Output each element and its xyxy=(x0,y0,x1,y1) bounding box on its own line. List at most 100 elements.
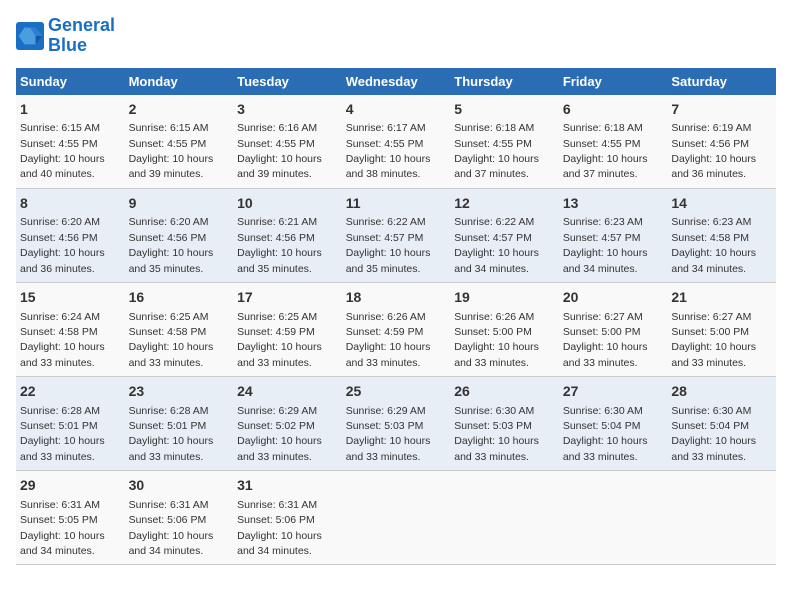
col-header-wednesday: Wednesday xyxy=(342,68,451,95)
day-number: 8 xyxy=(20,194,121,214)
sunset-info: Sunset: 5:01 PM xyxy=(129,420,207,432)
daylight-info: Daylight: 10 hours and 33 minutes. xyxy=(346,435,431,462)
calendar-table: SundayMondayTuesdayWednesdayThursdayFrid… xyxy=(16,68,776,566)
week-row-5: 29Sunrise: 6:31 AMSunset: 5:05 PMDayligh… xyxy=(16,471,776,565)
day-number: 16 xyxy=(129,288,230,308)
col-header-saturday: Saturday xyxy=(667,68,776,95)
day-number: 28 xyxy=(671,382,772,402)
day-number: 29 xyxy=(20,476,121,496)
sunset-info: Sunset: 5:00 PM xyxy=(563,326,641,338)
daylight-info: Daylight: 10 hours and 33 minutes. xyxy=(237,435,322,462)
sunrise-info: Sunrise: 6:28 AM xyxy=(129,405,209,417)
day-number: 19 xyxy=(454,288,555,308)
day-number: 23 xyxy=(129,382,230,402)
daylight-info: Daylight: 10 hours and 35 minutes. xyxy=(129,247,214,274)
sunrise-info: Sunrise: 6:15 AM xyxy=(129,122,209,134)
day-cell-23: 23 Sunrise: 6:28 AM Sunset: 5:01 PM Dayligh… xyxy=(125,377,234,471)
day-cell-19: 19 Sunrise: 6:26 AM Sunset: 5:00 PM Dayligh… xyxy=(450,282,559,376)
day-number: 5 xyxy=(454,100,555,120)
day-cell-5: 5Sunrise: 6:18 AMSunset: 4:55 PMDaylight… xyxy=(450,95,559,189)
daylight-info: Daylight: 10 hours and 35 minutes. xyxy=(237,247,322,274)
week-row-3: 15Sunrise: 6:24 AMSunset: 4:58 PMDayligh… xyxy=(16,282,776,376)
sunset-info: Sunset: 5:00 PM xyxy=(671,326,749,338)
daylight-info: Daylight: 10 hours and 33 minutes. xyxy=(671,341,756,368)
daylight-info: Daylight: 10 hours and 33 minutes. xyxy=(129,435,214,462)
sunset-info: Sunset: 5:04 PM xyxy=(563,420,641,432)
empty-cell xyxy=(342,471,451,565)
sunset-info: Sunset: 4:55 PM xyxy=(563,138,641,150)
day-cell-6: 6Sunrise: 6:18 AMSunset: 4:55 PMDaylight… xyxy=(559,95,668,189)
day-cell-7: 7Sunrise: 6:19 AMSunset: 4:56 PMDaylight… xyxy=(667,95,776,189)
day-number: 4 xyxy=(346,100,447,120)
daylight-info: Daylight: 10 hours and 37 minutes. xyxy=(563,153,648,180)
col-header-thursday: Thursday xyxy=(450,68,559,95)
day-number: 30 xyxy=(129,476,230,496)
daylight-info: Daylight: 10 hours and 33 minutes. xyxy=(563,435,648,462)
sunset-info: Sunset: 5:03 PM xyxy=(346,420,424,432)
daylight-info: Daylight: 10 hours and 33 minutes. xyxy=(20,435,105,462)
sunrise-info: Sunrise: 6:27 AM xyxy=(671,311,751,323)
sunrise-info: Sunrise: 6:24 AM xyxy=(20,311,100,323)
header-row: SundayMondayTuesdayWednesdayThursdayFrid… xyxy=(16,68,776,95)
day-number: 14 xyxy=(671,194,772,214)
day-cell-11: 11Sunrise: 6:22 AMSunset: 4:57 PMDayligh… xyxy=(342,188,451,282)
sunset-info: Sunset: 5:00 PM xyxy=(454,326,532,338)
sunrise-info: Sunrise: 6:30 AM xyxy=(454,405,534,417)
day-cell-21: 21 Sunrise: 6:27 AM Sunset: 5:00 PM Dayligh… xyxy=(667,282,776,376)
day-number: 31 xyxy=(237,476,338,496)
daylight-info: Daylight: 10 hours and 36 minutes. xyxy=(20,247,105,274)
day-number: 17 xyxy=(237,288,338,308)
day-cell-2: 2Sunrise: 6:15 AMSunset: 4:55 PMDaylight… xyxy=(125,95,234,189)
sunrise-info: Sunrise: 6:31 AM xyxy=(129,499,209,511)
day-number: 22 xyxy=(20,382,121,402)
day-cell-12: 12Sunrise: 6:22 AMSunset: 4:57 PMDayligh… xyxy=(450,188,559,282)
sunrise-info: Sunrise: 6:25 AM xyxy=(237,311,317,323)
day-cell-20: 20Sunrise: 6:27 AMSunset: 5:00 PMDayligh… xyxy=(559,282,668,376)
daylight-info: Daylight: 10 hours and 40 minutes. xyxy=(20,153,105,180)
sunrise-info: Sunrise: 6:22 AM xyxy=(454,216,534,228)
sunset-info: Sunset: 4:57 PM xyxy=(346,232,424,244)
sunrise-info: Sunrise: 6:29 AM xyxy=(237,405,317,417)
day-number: 7 xyxy=(671,100,772,120)
daylight-info: Daylight: 10 hours and 35 minutes. xyxy=(346,247,431,274)
sunrise-info: Sunrise: 6:27 AM xyxy=(563,311,643,323)
sunrise-info: Sunrise: 6:31 AM xyxy=(237,499,317,511)
empty-cell xyxy=(450,471,559,565)
daylight-info: Daylight: 10 hours and 33 minutes. xyxy=(454,341,539,368)
day-number: 18 xyxy=(346,288,447,308)
col-header-friday: Friday xyxy=(559,68,668,95)
day-number: 12 xyxy=(454,194,555,214)
sunrise-info: Sunrise: 6:26 AM xyxy=(346,311,426,323)
page-header: General Blue xyxy=(16,16,776,56)
sunrise-info: Sunrise: 6:21 AM xyxy=(237,216,317,228)
daylight-info: Daylight: 10 hours and 34 minutes. xyxy=(671,247,756,274)
day-cell-8: 8Sunrise: 6:20 AMSunset: 4:56 PMDaylight… xyxy=(16,188,125,282)
sunrise-info: Sunrise: 6:22 AM xyxy=(346,216,426,228)
sunrise-info: Sunrise: 6:25 AM xyxy=(129,311,209,323)
col-header-sunday: Sunday xyxy=(16,68,125,95)
sunset-info: Sunset: 4:55 PM xyxy=(454,138,532,150)
day-cell-15: 15Sunrise: 6:24 AMSunset: 4:58 PMDayligh… xyxy=(16,282,125,376)
sunrise-info: Sunrise: 6:17 AM xyxy=(346,122,426,134)
sunset-info: Sunset: 4:56 PM xyxy=(20,232,98,244)
day-number: 1 xyxy=(20,100,121,120)
sunset-info: Sunset: 4:56 PM xyxy=(129,232,207,244)
day-number: 25 xyxy=(346,382,447,402)
logo-text: General Blue xyxy=(48,16,115,56)
sunrise-info: Sunrise: 6:16 AM xyxy=(237,122,317,134)
sunset-info: Sunset: 4:55 PM xyxy=(20,138,98,150)
sunset-info: Sunset: 4:58 PM xyxy=(129,326,207,338)
sunrise-info: Sunrise: 6:31 AM xyxy=(20,499,100,511)
week-row-2: 8Sunrise: 6:20 AMSunset: 4:56 PMDaylight… xyxy=(16,188,776,282)
daylight-info: Daylight: 10 hours and 36 minutes. xyxy=(671,153,756,180)
sunset-info: Sunset: 5:05 PM xyxy=(20,514,98,526)
day-number: 26 xyxy=(454,382,555,402)
daylight-info: Daylight: 10 hours and 34 minutes. xyxy=(563,247,648,274)
day-number: 21 xyxy=(671,288,772,308)
sunrise-info: Sunrise: 6:23 AM xyxy=(671,216,751,228)
sunrise-info: Sunrise: 6:23 AM xyxy=(563,216,643,228)
week-row-1: 1 Sunrise: 6:15 AM Sunset: 4:55 PM Daylight… xyxy=(16,95,776,189)
day-cell-13: 13Sunrise: 6:23 AMSunset: 4:57 PMDayligh… xyxy=(559,188,668,282)
sunrise-info: Sunrise: 6:26 AM xyxy=(454,311,534,323)
sunset-info: Sunset: 4:55 PM xyxy=(129,138,207,150)
